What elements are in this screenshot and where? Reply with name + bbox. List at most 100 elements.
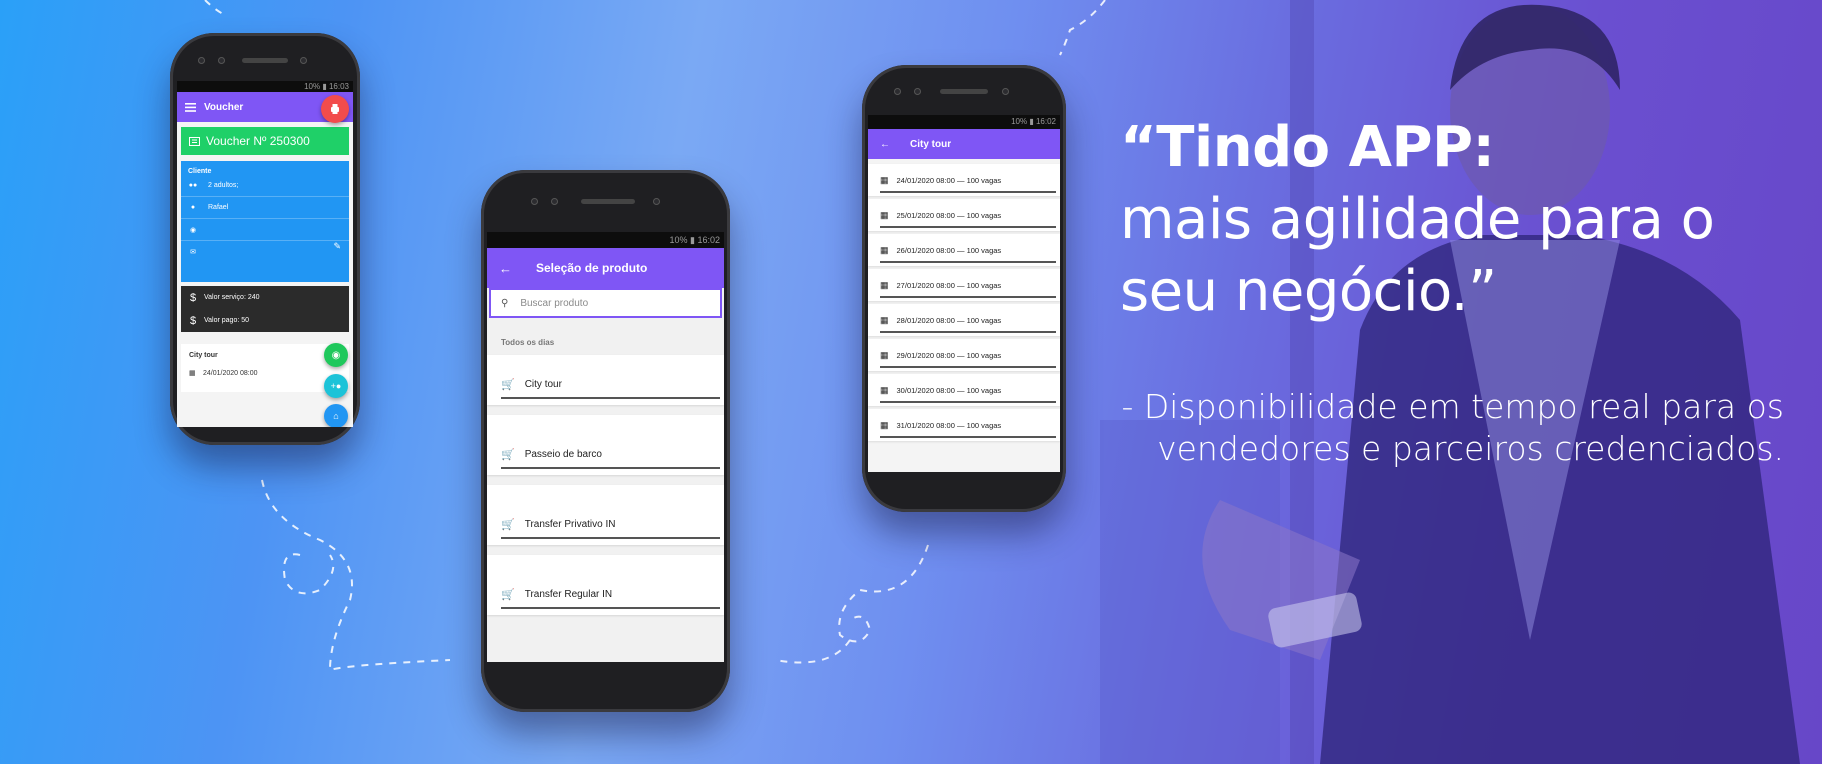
back-arrow-icon[interactable]: ← <box>880 139 890 150</box>
sensor-dot <box>198 57 205 64</box>
date-label: 26/01/2020 08:00 — 100 vagas <box>896 246 1002 255</box>
speaker-grill <box>940 89 988 94</box>
date-item[interactable]: ▦ 24/01/2020 08:00 — 100 vagas <box>868 164 1060 196</box>
product-label: City tour <box>524 379 562 390</box>
sensor-dot <box>551 198 558 205</box>
front-camera <box>1002 88 1009 95</box>
product-row: 🛒 City tour <box>501 378 720 399</box>
product-row: 🛒 Transfer Regular IN <box>501 588 720 609</box>
calendar-icon: ▦ <box>880 420 889 430</box>
calendar-icon: ▦ <box>189 370 196 377</box>
client-name: Rafael <box>208 204 229 211</box>
date-row: ▦ 25/01/2020 08:00 — 100 vagas <box>880 210 1056 228</box>
calendar-icon: ▦ <box>880 280 889 290</box>
cart-icon: 🛒 <box>501 588 515 601</box>
print-fab-button[interactable] <box>321 95 349 123</box>
headline: “Tindo APP: mais agilidade para o seu ne… <box>1120 112 1715 328</box>
client-name-row: ● Rafael <box>181 197 349 219</box>
app-bar-title: City tour <box>910 138 952 150</box>
headline-line-2: mais agilidade para o <box>1120 187 1715 252</box>
hamburger-icon[interactable] <box>185 102 196 112</box>
date-row: ▦ 29/01/2020 08:00 — 100 vagas <box>880 350 1056 368</box>
section-label: Todos os dias <box>501 338 555 347</box>
product-row: 🛒 Transfer Privativo IN <box>501 518 720 539</box>
calendar-icon: ▦ <box>880 350 889 360</box>
product-item[interactable]: 🛒 Passeio de barco <box>487 415 724 475</box>
paid-value: Valor pago: 50 <box>204 317 250 324</box>
headline-line-1: “Tindo APP: <box>1120 115 1495 180</box>
date-item[interactable]: ▦ 26/01/2020 08:00 — 100 vagas <box>868 234 1060 266</box>
product-item[interactable]: 🛒 City tour <box>487 355 724 405</box>
product-label: Transfer Privativo IN <box>524 519 616 530</box>
calendar-icon: ▦ <box>880 385 889 395</box>
sensor-dot <box>531 198 538 205</box>
product-item[interactable]: 🛒 Transfer Privativo IN <box>487 485 724 545</box>
home-fab-button[interactable]: ⌂ <box>324 404 348 427</box>
sensor-dot <box>894 88 901 95</box>
date-row: ▦ 30/01/2020 08:00 — 100 vagas <box>880 385 1056 403</box>
date-list: ▦ 24/01/2020 08:00 — 100 vagas ▦ 25/01/2020… <box>868 159 1060 441</box>
cart-icon: 🛒 <box>501 518 515 531</box>
search-input[interactable]: Buscar produto <box>520 298 588 309</box>
status-text: 10% ▮ 16:02 <box>1011 117 1056 126</box>
edit-icon[interactable]: ✎ <box>333 241 341 252</box>
date-item[interactable]: ▦ 30/01/2020 08:00 — 100 vagas <box>868 374 1060 406</box>
tour-date: 24/01/2020 08:00 <box>203 369 258 377</box>
add-person-fab-button[interactable]: +● <box>324 374 348 398</box>
headline-line-3: seu negócio.” <box>1120 259 1497 324</box>
back-arrow-icon[interactable]: ← <box>499 261 512 276</box>
voucher-number-banner[interactable]: Voucher Nº 250300 <box>181 127 349 155</box>
dollar-icon: $ <box>190 291 197 304</box>
tour-date-row: ▦ 24/01/2020 08:00 <box>181 359 349 378</box>
status-bar: 10% ▮ 16:03 <box>177 81 353 92</box>
date-item[interactable]: ▦ 29/01/2020 08:00 — 100 vagas <box>868 339 1060 371</box>
calendar-icon: ▦ <box>880 210 889 220</box>
subtitle-line-2: vendedores e parceiros credenciados. <box>1157 429 1784 468</box>
dollar-icon: $ <box>190 314 197 327</box>
payment-card: $ Valor serviço: 240 $ Valor pago: 50 <box>181 286 349 332</box>
whatsapp-fab-button[interactable]: ◉ <box>324 343 348 367</box>
product-row: 🛒 Passeio de barco <box>501 448 720 469</box>
product-label: Transfer Regular IN <box>524 589 613 600</box>
status-text: 10% ▮ 16:02 <box>669 235 721 245</box>
date-item[interactable]: ▦ 31/01/2020 08:00 — 100 vagas <box>868 409 1060 441</box>
front-camera <box>653 198 660 205</box>
calendar-icon: ▦ <box>880 245 889 255</box>
search-bar[interactable]: ⚲ Buscar produto <box>489 288 722 318</box>
app-bar-title: Voucher <box>204 101 244 113</box>
client-email-row: ✉ <box>181 241 349 263</box>
date-label: 25/01/2020 08:00 — 100 vagas <box>896 211 1002 220</box>
date-item[interactable]: ▦ 28/01/2020 08:00 — 100 vagas <box>868 304 1060 336</box>
ticket-icon <box>189 136 200 146</box>
screen: 10% ▮ 16:02 ← City tour ▦ 24/01/2020 08:0… <box>868 115 1060 472</box>
date-item[interactable]: ▦ 25/01/2020 08:00 — 100 vagas <box>868 199 1060 231</box>
search-icon: ⚲ <box>501 297 509 309</box>
app-bar: ← City tour <box>868 129 1060 159</box>
speaker-grill <box>581 199 635 204</box>
client-heading: Cliente <box>188 168 212 175</box>
paid-value-row: $ Valor pago: 50 <box>181 309 349 332</box>
phone-voucher: 10% ▮ 16:03 Voucher Voucher Nº 250300 Cl… <box>170 33 360 445</box>
date-row: ▦ 24/01/2020 08:00 — 100 vagas <box>880 175 1056 193</box>
cart-icon: 🛒 <box>501 378 515 391</box>
product-item[interactable]: 🛒 Transfer Regular IN <box>487 555 724 615</box>
sensor-dot <box>914 88 921 95</box>
client-pax-row: ●● 2 adultos; <box>181 175 349 197</box>
client-card: Cliente ●● 2 adultos; ● Rafael ◉ ✉ ✎ <box>181 161 349 282</box>
service-value-row: $ Valor serviço: 240 <box>181 286 349 309</box>
voucher-number: Voucher Nº 250300 <box>206 134 310 148</box>
person-add-icon: +● <box>330 381 342 391</box>
phone-product-selection: 10% ▮ 16:02 ← Seleção de produto ⚲ Busca… <box>481 170 730 712</box>
home-icon: ⌂ <box>333 411 339 421</box>
cart-icon: 🛒 <box>501 448 515 461</box>
date-item[interactable]: ▦ 27/01/2020 08:00 — 100 vagas <box>868 269 1060 301</box>
client-whatsapp-row: ◉ <box>181 219 349 241</box>
group-icon: ●● <box>188 182 198 189</box>
subtitle: - Disponibilidade em tempo real para os … <box>1084 386 1784 470</box>
whatsapp-icon: ◉ <box>331 349 341 361</box>
date-row: ▦ 27/01/2020 08:00 — 100 vagas <box>880 280 1056 298</box>
status-bar: 10% ▮ 16:02 <box>487 232 724 248</box>
date-label: 24/01/2020 08:00 — 100 vagas <box>896 176 1002 185</box>
front-camera <box>300 57 307 64</box>
client-pax: 2 adultos; <box>208 182 239 189</box>
